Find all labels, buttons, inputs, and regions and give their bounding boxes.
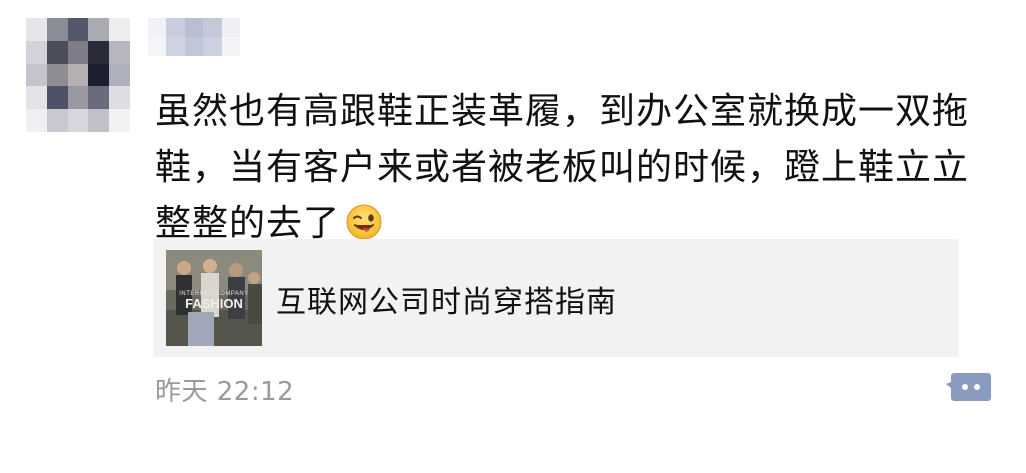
thumbnail-line2: FASHION: [185, 296, 243, 311]
avatar[interactable]: [26, 18, 130, 132]
moments-post: 虽然也有高跟鞋正装革履，到办公室就换成一双拖鞋，当有客户来或者被老板叫的时候，蹬…: [0, 0, 1026, 473]
shared-article-card[interactable]: INTERNET COMPANY FASHION 互联网公司时尚穿搭指南: [153, 239, 959, 357]
shared-article-title: 互联网公司时尚穿搭指南: [276, 285, 617, 320]
post-text-content: 虽然也有高跟鞋正装革履，到办公室就换成一双拖鞋，当有客户来或者被老板叫的时候，蹬…: [155, 91, 970, 244]
comment-dots-icon[interactable]: [946, 370, 992, 404]
post-timestamp: 昨天 22:12: [155, 377, 295, 407]
username-blurred[interactable]: [148, 18, 240, 56]
article-thumbnail: INTERNET COMPANY FASHION: [166, 250, 262, 346]
post-text: 虽然也有高跟鞋正装革履，到办公室就换成一双拖鞋，当有客户来或者被老板叫的时候，蹬…: [155, 84, 995, 252]
winking-face-with-tongue-icon: [346, 204, 382, 240]
